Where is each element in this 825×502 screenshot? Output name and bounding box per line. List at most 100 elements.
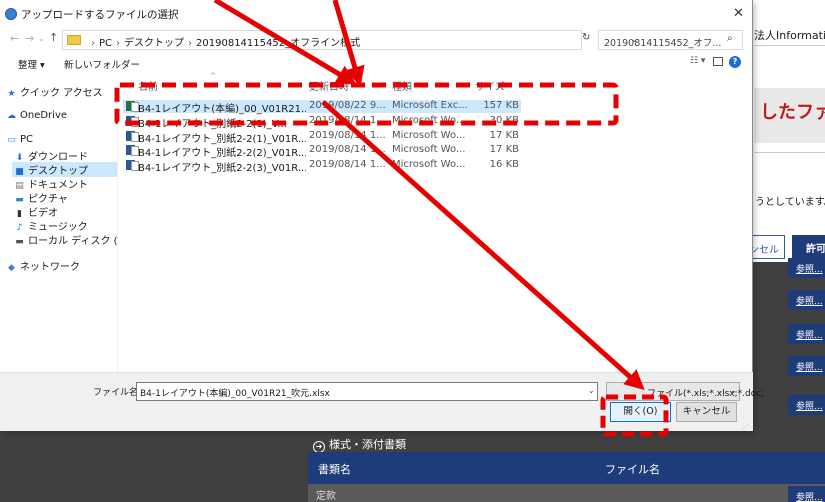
title-bar[interactable]: アップロードするファイルの選択 ✕ bbox=[0, 0, 753, 28]
nav-item-desktop[interactable]: ■ デスクトップ bbox=[12, 162, 117, 177]
permission-message: うとしています。 bbox=[755, 197, 825, 208]
file-row[interactable]: B4-1レイアウト_別紙2-2(2)_V01R... 2019/08/14 1.… bbox=[123, 144, 521, 159]
close-icon[interactable]: ✕ bbox=[733, 6, 744, 21]
nav-item-quick-access[interactable]: ★ クイック アクセス bbox=[6, 84, 103, 99]
breadcrumb-item-folder[interactable]: 20190814115452_オフライン様式 bbox=[196, 38, 360, 49]
nav-item-downloads[interactable]: ⬇ ダウンロード bbox=[14, 148, 88, 163]
nav-item-pictures[interactable]: ▬ ピクチャ bbox=[14, 190, 68, 205]
word-file-icon bbox=[126, 116, 139, 127]
search-icon: ⌕ bbox=[727, 33, 733, 44]
table-header: 書類名 ファイル名 bbox=[308, 452, 825, 484]
section-heading: ➔ 様式・添付書類 bbox=[313, 436, 406, 453]
cloud-icon: ☁ bbox=[7, 111, 16, 121]
breadcrumb-item-pc[interactable]: PC bbox=[99, 38, 112, 49]
refresh-icon[interactable]: ↻ bbox=[582, 32, 590, 43]
file-name: B4-1レイアウト_別紙2-2(1)_V... bbox=[138, 119, 287, 130]
divider bbox=[117, 78, 118, 372]
command-bar: 整理 ▾ 新しいフォルダー ☷ ▾ ? bbox=[0, 52, 753, 74]
new-folder-button[interactable]: 新しいフォルダー bbox=[64, 57, 140, 71]
column-header-date[interactable]: 更新日時 bbox=[309, 78, 349, 93]
chevron-down-icon[interactable]: ⌄ bbox=[588, 386, 595, 395]
up-arrow-icon[interactable]: ↑ bbox=[49, 31, 58, 44]
cancel-button[interactable]: キャンセル bbox=[676, 402, 737, 422]
column-header-size[interactable]: サイズ bbox=[475, 78, 505, 93]
path-breadcrumb[interactable]: › PC › デスクトップ › 20190814115452_オフライン様式 ⌄ bbox=[62, 30, 638, 50]
browse-button[interactable]: 参照... bbox=[788, 395, 825, 415]
resize-grip-icon[interactable]: ⋰ bbox=[742, 423, 749, 431]
browser-icon bbox=[5, 8, 17, 20]
column-header-type[interactable]: 種類 bbox=[392, 78, 412, 93]
nav-item-music[interactable]: ♪ ミュージック bbox=[14, 218, 88, 233]
computer-icon: ▭ bbox=[7, 135, 16, 145]
file-date: 2019/08/22 9... bbox=[309, 100, 386, 111]
file-type: Microsoft Wo... bbox=[392, 159, 466, 170]
word-file-icon bbox=[126, 160, 139, 171]
filetype-select[interactable]: ファイル(*.xls;*.xlsx;*.doc; ⌄ bbox=[606, 382, 764, 401]
file-name: B4-1レイアウト_別紙2-2(3)_V01R... bbox=[138, 163, 306, 174]
file-size: 157 KB bbox=[483, 100, 519, 111]
file-open-dialog: アップロードするファイルの選択 ✕ ← → ⌄ ↑ › PC › デスクトップ › 201… bbox=[0, 0, 764, 431]
folder-icon bbox=[67, 35, 81, 45]
chevron-down-icon: ⌄ bbox=[730, 386, 737, 395]
dialog-title: アップロードするファイルの選択 bbox=[21, 9, 179, 21]
view-options-icon[interactable]: ☷ ▾ bbox=[690, 56, 705, 66]
disk-icon: ▬ bbox=[15, 237, 24, 247]
open-button[interactable]: 開く(O) bbox=[610, 402, 671, 422]
breadcrumb-item-desktop[interactable]: デスクトップ bbox=[124, 38, 184, 49]
file-size: 16 KB bbox=[489, 159, 519, 170]
nav-label: ローカル ディスク ( bbox=[28, 236, 118, 247]
nav-label: OneDrive bbox=[20, 110, 68, 121]
nav-item-network[interactable]: ◆ ネットワーク bbox=[6, 258, 80, 273]
nav-label: ネットワーク bbox=[20, 262, 80, 273]
network-icon: ◆ bbox=[8, 263, 15, 273]
forward-arrow-icon[interactable]: → bbox=[25, 32, 34, 45]
nav-item-local-disk[interactable]: ▬ ローカル ディスク ( bbox=[14, 232, 118, 247]
info-link[interactable]: 法人Information bbox=[754, 27, 825, 43]
star-icon: ★ bbox=[7, 89, 16, 99]
section-title: 様式・添付書類 bbox=[329, 438, 406, 451]
row-label: 定款 bbox=[316, 491, 336, 502]
nav-item-documents[interactable]: ▤ ドキュメント bbox=[14, 176, 88, 191]
file-date: 2019/08/14 1... bbox=[309, 130, 386, 141]
column-header: 書類名 bbox=[318, 463, 351, 476]
file-date: 2019/08/14 1... bbox=[309, 159, 386, 170]
address-bar: ← → ⌄ ↑ › PC › デスクトップ › 20190814115452_オフライン様… bbox=[0, 28, 753, 52]
preview-pane-icon[interactable] bbox=[713, 57, 723, 66]
file-date: 2019/08/14 1... bbox=[309, 144, 386, 155]
browse-button[interactable]: 参照... bbox=[788, 258, 825, 278]
file-row[interactable]: B4-1レイアウト_別紙2-2(3)_V01R... 2019/08/14 1.… bbox=[123, 159, 521, 174]
file-row[interactable]: B4-1レイアウト(本編)_00_V01R21... 2019/08/22 9.… bbox=[123, 100, 521, 115]
breadcrumb: › PC › デスクトップ › 20190814115452_オフライン様式 bbox=[91, 38, 361, 49]
file-row[interactable]: B4-1レイアウト_別紙2-2(1)_V... 2019/08/14 1... … bbox=[123, 115, 521, 130]
column-header-name[interactable]: 名前 bbox=[138, 78, 158, 93]
browse-button[interactable]: 参照... bbox=[788, 356, 825, 376]
filename-value: B4-1レイアウト(本編)_00_V01R21_吹元.xlsx bbox=[140, 389, 330, 399]
nav-item-pc[interactable]: ▭ PC bbox=[6, 134, 33, 145]
search-input[interactable]: 20190814115452_オフ... ⌕ bbox=[598, 30, 743, 50]
nav-item-videos[interactable]: ▮ ビデオ bbox=[14, 204, 58, 219]
back-arrow-icon[interactable]: ← bbox=[10, 32, 19, 45]
allow-button[interactable]: 許可 bbox=[792, 235, 825, 259]
file-type: Microsoft Wo... bbox=[392, 144, 466, 155]
word-file-icon bbox=[126, 145, 139, 156]
file-date: 2019/08/14 1... bbox=[309, 115, 386, 126]
table-row: 定款 bbox=[308, 484, 825, 502]
navigation-pane: ★ クイック アクセス ☁ OneDrive ▭ PC ⬇ ダウンロード ■ デスクトップ… bbox=[0, 78, 118, 373]
file-row[interactable]: B4-1レイアウト_別紙2-2(1)_V01R... 2019/08/14 1.… bbox=[123, 130, 521, 145]
word-file-icon bbox=[126, 131, 139, 142]
file-type: Microsoft Wo... bbox=[392, 130, 466, 141]
browse-button[interactable]: 参照... bbox=[788, 290, 825, 310]
file-name: B4-1レイアウト_別紙2-2(1)_V01R... bbox=[138, 134, 306, 145]
help-icon[interactable]: ? bbox=[729, 56, 741, 68]
file-size: 17 KB bbox=[489, 144, 519, 155]
nav-item-onedrive[interactable]: ☁ OneDrive bbox=[6, 110, 67, 121]
browse-button[interactable]: 参照... bbox=[788, 324, 825, 344]
organize-button[interactable]: 整理 ▾ bbox=[18, 57, 45, 71]
recent-dropdown-icon[interactable]: ⌄ bbox=[38, 34, 45, 43]
file-list: 名前 ^ 更新日時 種類 サイズ B4-1レイアウト(本編)_00_V01R21… bbox=[121, 72, 753, 372]
nav-label: PC bbox=[20, 134, 34, 145]
nav-label: クイック アクセス bbox=[20, 88, 103, 99]
divider bbox=[754, 45, 825, 46]
filename-input[interactable]: B4-1レイアウト(本編)_00_V01R21_吹元.xlsx ⌄ bbox=[136, 382, 598, 401]
browse-button[interactable]: 参照... bbox=[788, 486, 825, 502]
